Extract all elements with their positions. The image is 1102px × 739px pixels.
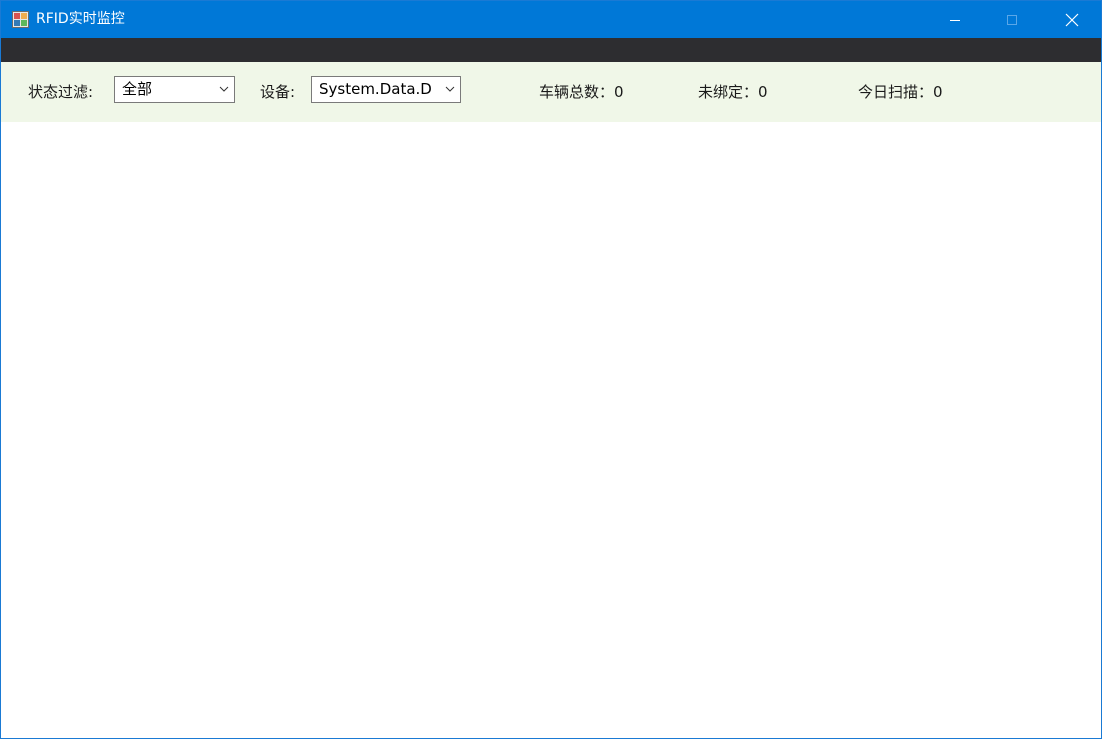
maximize-icon bbox=[1007, 14, 1017, 25]
window-title: RFID实时监控 bbox=[36, 11, 125, 27]
monitor-content-area bbox=[1, 122, 1101, 738]
status-filter-dropdown[interactable]: 全部 bbox=[114, 76, 235, 103]
status-filter-label: 状态过滤: bbox=[28, 83, 94, 101]
maximize-button[interactable] bbox=[989, 1, 1035, 38]
device-label: 设备: bbox=[260, 83, 296, 101]
minimize-icon bbox=[950, 19, 960, 21]
close-icon bbox=[1065, 13, 1079, 26]
app-icon bbox=[12, 11, 29, 28]
chevron-down-icon bbox=[445, 86, 455, 92]
menu-strip bbox=[1, 38, 1101, 62]
total-vehicles-stat: 车辆总数：0 bbox=[539, 83, 624, 101]
filter-panel: 状态过滤: 全部 设备: System.Data.D 车辆总数：0 未绑定：0 … bbox=[1, 62, 1101, 122]
unbound-stat: 未绑定：0 bbox=[698, 83, 768, 101]
device-value: System.Data.D bbox=[319, 80, 432, 98]
close-button[interactable] bbox=[1049, 1, 1095, 38]
app-window: RFID实时监控 状态过滤: 全部 设备: System.Data.D 车辆总数… bbox=[0, 0, 1102, 739]
today-scans-stat: 今日扫描：0 bbox=[858, 83, 943, 101]
status-filter-value: 全部 bbox=[122, 80, 153, 98]
device-dropdown[interactable]: System.Data.D bbox=[311, 76, 461, 103]
chevron-down-icon bbox=[219, 86, 229, 92]
minimize-button[interactable] bbox=[932, 1, 978, 38]
title-bar[interactable]: RFID实时监控 bbox=[1, 1, 1101, 38]
